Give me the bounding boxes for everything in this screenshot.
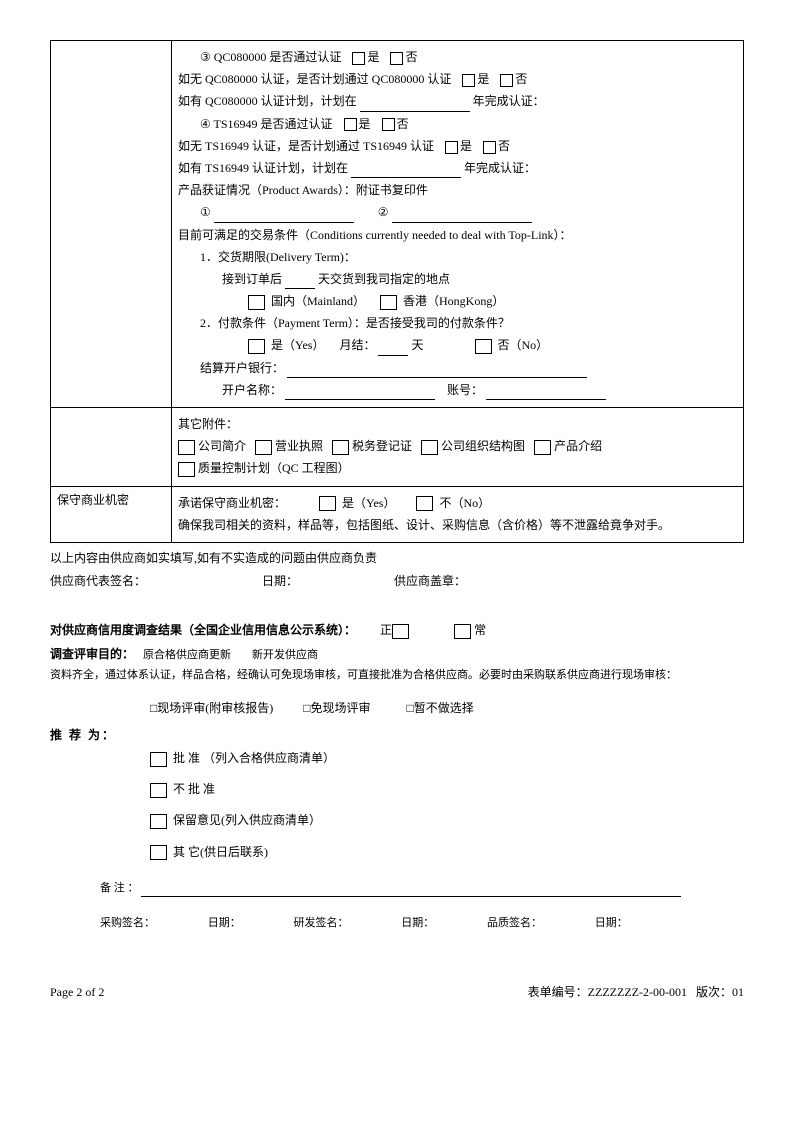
ts-year-line: 如有 TS16949 认证计划，计划在 年完成认证：: [178, 159, 737, 178]
checkbox-secret-no[interactable]: [416, 496, 433, 511]
checkbox-rec3[interactable]: [150, 814, 167, 829]
payment-label: 2．付款条件（Payment Term）：是否接受我司的付款条件？: [178, 314, 737, 333]
rec-r4: 其 它(供日后联系): [50, 843, 744, 862]
rec-r1: 批 准 （列入合格供应商清单）: [50, 749, 744, 768]
rec-section: 推 荐 为： 批 准 （列入合格供应商清单） 不 批 准 保留意见(列入供应商清…: [50, 726, 744, 898]
form-table: ③ QC080000 是否通过认证 是 否 如无 QC080000 认证，是否计…: [50, 40, 744, 543]
monthly-field[interactable]: [378, 341, 408, 356]
purpose-row: 调查评审目的： 原合格供应商更新 新开发供应商: [50, 645, 744, 665]
conditions-line: 目前可满足的交易条件（Conditions currently needed t…: [178, 226, 737, 245]
attach-row2: 质量控制计划（QC 工程图）: [178, 459, 737, 478]
checkbox-rec1[interactable]: [150, 752, 167, 767]
secret-label-cell: 保守商业机密: [51, 486, 172, 542]
checkbox-credit-abnormal[interactable]: [454, 624, 471, 639]
award2-field[interactable]: [392, 208, 532, 223]
delivery-days: 接到订单后 天交货到我司指定的地点: [178, 270, 737, 289]
delivery-label: 1．交货期限(Delivery Term)：: [178, 248, 737, 267]
checkbox-hongkong[interactable]: [380, 295, 397, 310]
review-opts: □现场评审(附审核报告) □免现场评审 □暂不做选择: [50, 699, 744, 718]
truth-note: 以上内容由供应商如实填写,如有不实造成的问题由供应商负责: [50, 549, 744, 568]
opt-onsite[interactable]: □现场评审(附审核报告): [150, 701, 273, 715]
ts-year-field[interactable]: [351, 163, 461, 178]
credit-note: 资料齐全，通过体系认证，样品合格，经确认可免现场审核，可直接批准为合格供应商。必…: [50, 667, 744, 685]
qc-cert-line: ③ QC080000 是否通过认证 是 否: [178, 48, 737, 67]
cert-content-cell: ③ QC080000 是否通过认证 是 否 如无 QC080000 认证，是否计…: [172, 41, 744, 408]
awards-line: 产品获证情况（Product Awards）：附证书复印件: [178, 181, 737, 200]
delivery-loc: 国内（Mainland） 香港（HongKong）: [178, 292, 737, 311]
page-number: Page 2 of 2: [50, 983, 104, 1002]
checkbox-qc-no[interactable]: [390, 52, 403, 65]
checkbox-ts-plan-no[interactable]: [483, 141, 496, 154]
credit-title: 对供应商信用度调查结果（全国企业信用信息公示系统）： 正 常: [50, 621, 744, 640]
secret-promise: 承诺保守商业机密： 是（Yes） 不（No）: [178, 494, 737, 513]
checkbox-ts-no[interactable]: [382, 118, 395, 131]
award1-field[interactable]: [214, 208, 354, 223]
acct-line: 开户名称： 账号：: [178, 381, 737, 400]
rec-r2: 不 批 准: [50, 780, 744, 799]
supplier-sig-row: 供应商代表签名： 日期： 供应商盖章：: [50, 572, 744, 591]
checkbox-rec2[interactable]: [150, 783, 167, 798]
checkbox-ts-yes[interactable]: [344, 118, 357, 131]
payment-opts: 是（Yes） 月结： 天 否（No）: [178, 336, 737, 355]
checkbox-att2[interactable]: [255, 440, 272, 455]
checkbox-pay-yes[interactable]: [248, 339, 265, 354]
acct-no-field[interactable]: [486, 385, 606, 400]
cert-left-cell: [51, 41, 172, 408]
attach-title: 其它附件：: [178, 415, 737, 434]
checkbox-att1[interactable]: [178, 440, 195, 455]
qc-plan-line: 如无 QC080000 认证，是否计划通过 QC080000 认证 是 否: [178, 70, 737, 89]
checkbox-rec4[interactable]: [150, 845, 167, 860]
checkbox-att6[interactable]: [178, 462, 195, 477]
opt-offsite[interactable]: □免现场评审: [303, 701, 370, 715]
form-info: 表单编号：ZZZZZZZ-2-00-001 版次：01: [528, 983, 744, 1002]
bank-line: 结算开户银行：: [178, 359, 737, 378]
rec-r3: 保留意见(列入供应商清单）: [50, 811, 744, 830]
checkbox-ts-plan-yes[interactable]: [445, 141, 458, 154]
attach-left-cell: [51, 408, 172, 487]
qc-year-field[interactable]: [360, 97, 470, 112]
remark-row: 备 注 ：: [50, 880, 744, 898]
attach-cell: 其它附件： 公司简介 营业执照 税务登记证 公司组织结构图 产品介绍 质量控制计…: [172, 408, 744, 487]
awards-fields: ① ②: [178, 203, 737, 222]
ts-cert-line: ④ TS16949 是否通过认证 是 否: [178, 115, 737, 134]
ts-plan-line: 如无 TS16949 认证，是否计划通过 TS16949 认证 是 否: [178, 137, 737, 156]
remark-field[interactable]: [141, 896, 681, 897]
checkbox-qc-yes[interactable]: [352, 52, 365, 65]
checkbox-att3[interactable]: [332, 440, 349, 455]
attach-row1: 公司简介 营业执照 税务登记证 公司组织结构图 产品介绍: [178, 437, 737, 456]
secret-content-cell: 承诺保守商业机密： 是（Yes） 不（No） 确保我司相关的资料，样品等，包括图…: [172, 486, 744, 542]
secret-note: 确保我司相关的资料，样品等，包括图纸、设计、采购信息（含价格）等不泄露给竟争对手…: [178, 516, 737, 535]
opt-defer[interactable]: □暂不做选择: [407, 701, 474, 715]
sig-row: 采购签名： 日期： 研发签名： 日期： 品质签名： 日期：: [50, 915, 744, 933]
bank-field[interactable]: [287, 363, 587, 378]
delivery-days-field[interactable]: [285, 274, 315, 289]
checkbox-mainland[interactable]: [248, 295, 265, 310]
checkbox-secret-yes[interactable]: [319, 496, 336, 511]
page-footer: Page 2 of 2 表单编号：ZZZZZZZ-2-00-001 版次：01: [50, 983, 744, 1002]
rec-label: 推 荐 为：: [50, 726, 744, 745]
checkbox-qc-plan-no[interactable]: [500, 74, 513, 87]
checkbox-qc-plan-yes[interactable]: [462, 74, 475, 87]
acct-name-field[interactable]: [285, 385, 435, 400]
qc-year-line: 如有 QC080000 认证计划，计划在 年完成认证：: [178, 92, 737, 111]
checkbox-pay-no[interactable]: [475, 339, 492, 354]
checkbox-att4[interactable]: [421, 440, 438, 455]
checkbox-att5[interactable]: [534, 440, 551, 455]
checkbox-credit-normal[interactable]: [392, 624, 409, 639]
